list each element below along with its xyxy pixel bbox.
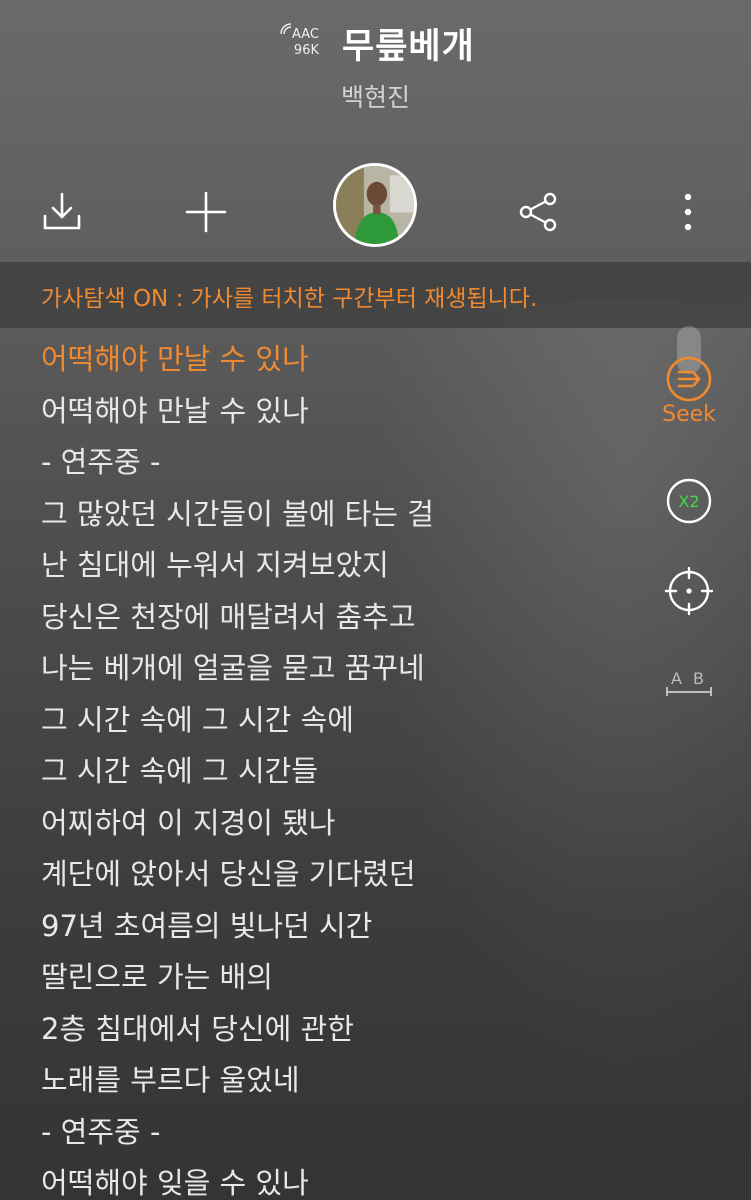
lyrics-list: 어떡해야 만날 수 있나 어떡해야 만날 수 있나 - 연주중 - 그 많았던 … bbox=[41, 337, 641, 1200]
share-icon bbox=[519, 192, 557, 232]
codec-bitrate: 96K bbox=[293, 43, 319, 58]
signal-icon bbox=[280, 23, 292, 35]
ab-repeat-button[interactable]: A B bbox=[664, 662, 714, 712]
share-button[interactable] bbox=[508, 182, 568, 242]
lyrics-search-banner: 가사탐색 ON : 가사를 터치한 구간부터 재생됩니다. bbox=[0, 262, 751, 328]
add-to-playlist-button[interactable] bbox=[176, 182, 236, 242]
ab-label: A B bbox=[671, 669, 707, 688]
speed-icon: X2 bbox=[666, 478, 712, 524]
lyric-line[interactable]: 어떡해야 잊을 수 있나 bbox=[41, 1161, 641, 1200]
lyric-line[interactable]: 그 시간 속에 그 시간들 bbox=[41, 749, 641, 801]
seek-label[interactable]: Seek bbox=[659, 402, 719, 427]
codec-format: AAC bbox=[292, 27, 319, 42]
ab-repeat-icon: A B bbox=[666, 669, 712, 696]
lyric-line[interactable]: 그 많았던 시간들이 불에 타는 걸 bbox=[41, 492, 641, 544]
codec-badge: AAC 96K bbox=[280, 22, 321, 62]
artist-name[interactable]: 백현진 bbox=[0, 78, 751, 114]
download-button[interactable] bbox=[32, 182, 92, 242]
seek-button[interactable] bbox=[664, 354, 714, 404]
lyric-line[interactable]: 어떡해야 만날 수 있나 bbox=[41, 389, 641, 441]
lyric-line[interactable]: 2층 침대에서 당신에 관한 bbox=[41, 1007, 641, 1059]
artist-photo bbox=[336, 166, 414, 244]
lyric-line[interactable]: 당신은 천장에 매달려서 춤추고 bbox=[41, 595, 641, 647]
lyric-line[interactable]: 딸린으로 가는 배의 bbox=[41, 955, 641, 1007]
song-title: 무릎베개 bbox=[342, 27, 475, 67]
lyric-line-current[interactable]: 어떡해야 만날 수 있나 bbox=[41, 337, 641, 389]
player-toolbar bbox=[0, 160, 751, 260]
speed-label: X2 bbox=[678, 492, 699, 511]
lyric-line[interactable]: 어찌하여 이 지경이 됐나 bbox=[41, 801, 641, 853]
lyric-locate-button[interactable] bbox=[664, 566, 714, 616]
lyric-line[interactable]: 97년 초여름의 빛나던 시간 bbox=[41, 904, 641, 956]
lyric-line[interactable]: - 연주중 - bbox=[41, 440, 641, 492]
lyrics-search-notice: 가사탐색 ON : 가사를 터치한 구간부터 재생됩니다. bbox=[41, 286, 538, 312]
plus-icon bbox=[185, 191, 227, 233]
lyric-line[interactable]: 그 시간 속에 그 시간 속에 bbox=[41, 698, 641, 750]
more-options-button[interactable] bbox=[658, 182, 718, 242]
lyric-line[interactable]: 나는 베개에 얼굴을 묻고 꿈꾸네 bbox=[41, 646, 641, 698]
player-header: AAC 96K 무릎베개 백현진 bbox=[0, 0, 751, 260]
lyric-line[interactable]: - 연주중 - bbox=[41, 1110, 641, 1162]
lyric-line[interactable]: 계단에 앉아서 당신을 기다렸던 bbox=[41, 852, 641, 904]
lyric-line[interactable]: 노래를 부르다 울었네 bbox=[41, 1058, 641, 1110]
crosshair-icon bbox=[664, 566, 714, 616]
lyric-line[interactable]: 난 침대에 누워서 지켜보았지 bbox=[41, 543, 641, 595]
playback-speed-button[interactable]: X2 bbox=[664, 476, 714, 526]
seek-icon bbox=[666, 356, 712, 402]
more-vertical-icon bbox=[684, 193, 692, 231]
download-icon bbox=[43, 192, 81, 230]
album-art-avatar[interactable] bbox=[333, 163, 417, 247]
